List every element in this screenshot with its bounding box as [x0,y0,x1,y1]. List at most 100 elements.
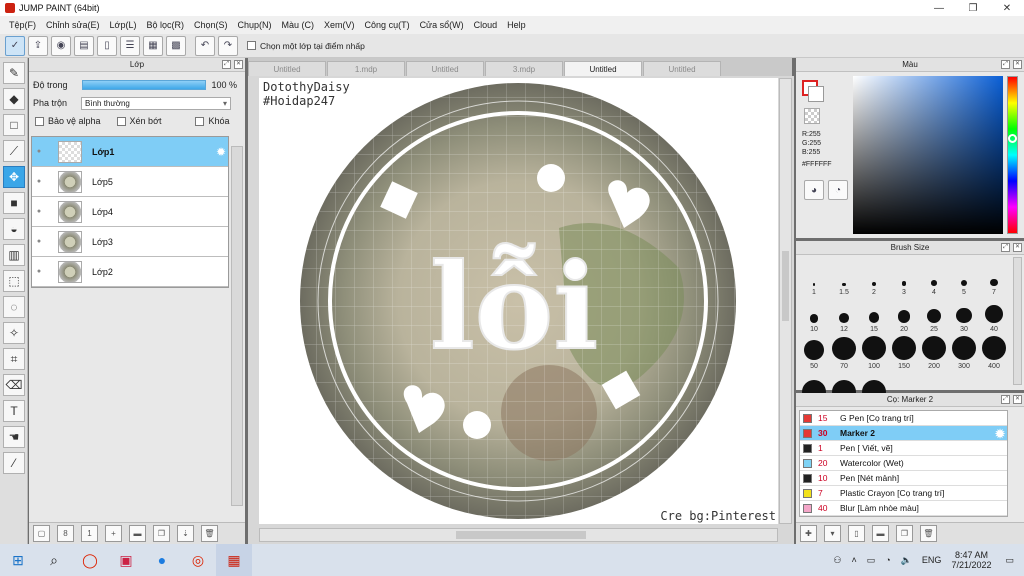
brush-size-cell[interactable]: 5 [949,261,979,296]
new-layer-icon[interactable]: ▢ [33,525,50,542]
brush-duplicate-icon[interactable]: ❐ [896,525,913,542]
app-tile-icon[interactable]: ▣ [108,544,144,576]
comment-icon[interactable]: ▤ [74,35,94,56]
panel-float-icon[interactable]: ⤢ [1001,395,1010,404]
fill-rect-tool-icon[interactable]: ■ [3,192,25,214]
bucket-tool-icon[interactable]: ◒ [3,218,25,240]
brush-folder-icon[interactable]: ▬ [872,525,889,542]
brush-size-cell[interactable]: 2 [859,261,889,296]
layer-scrollbar[interactable] [231,146,243,506]
select-pen-icon[interactable]: ⌗ [3,348,25,370]
merge-layer-icon[interactable]: ⇣ [177,525,194,542]
brush-size-cell[interactable]: 25 [919,298,949,333]
horizontal-scrollbar[interactable] [259,528,778,542]
menu-window[interactable]: Cửa sổ(W) [415,20,469,30]
zalo-icon[interactable]: ● [144,544,180,576]
brush-size-cell[interactable]: 1.5 [829,261,859,296]
clock[interactable]: 8:47 AM 7/21/2022 [951,550,991,570]
brush-menu-icon[interactable]: ▾ [824,525,841,542]
brush-size-cell[interactable]: 50 [799,335,829,370]
layer-row[interactable]: ● Lớp3 [32,227,228,257]
document-tab[interactable]: Untitled [406,61,484,76]
brush-preset-row[interactable]: 15 G Pen [Cọ trang trí] [800,411,1007,426]
folder-icon[interactable]: ▬ [129,525,146,542]
people-icon[interactable]: ⚇ [833,555,841,566]
speech-bubble-icon[interactable]: ◉ [51,35,71,56]
brush-size-cell[interactable]: 3 [889,261,919,296]
menu-snap[interactable]: Chụp(N) [233,20,277,30]
brush-size-cell[interactable]: 200 [919,335,949,370]
menu-cloud[interactable]: Cloud [469,20,503,30]
protect-alpha-checkbox[interactable] [35,116,44,126]
opera-gx-icon[interactable]: ◎ [180,544,216,576]
new-8bit-layer-icon[interactable]: 8 [57,525,74,542]
brush-size-cell[interactable]: 100 [859,335,889,370]
brush-size-cell[interactable]: 150 [889,335,919,370]
select-rect-icon[interactable]: ⬚ [3,270,25,292]
menu-edit[interactable]: Chỉnh sửa(E) [41,20,105,30]
undo-button[interactable]: ↶ [195,35,215,56]
search-icon[interactable]: ⌕ [36,544,72,576]
visibility-icon[interactable]: ● [32,268,46,275]
volume-icon[interactable]: 🔈 [901,555,912,566]
line-tool-icon[interactable]: ⟋ [3,140,25,162]
panel-close-icon[interactable]: ✕ [1013,243,1022,252]
menu-file[interactable]: Tệp(F) [4,20,41,30]
share-icon[interactable]: ⇪ [28,35,48,56]
brush-page-icon[interactable]: ▯ [848,525,865,542]
menu-help[interactable]: Help [502,20,531,30]
list-icon[interactable]: ☰ [120,35,140,56]
text-tool-icon[interactable]: T [3,400,25,422]
layer-row[interactable]: ● Lớp5 [32,167,228,197]
jump-paint-taskbar-icon[interactable]: ▦ [216,544,252,576]
battery-icon[interactable]: ▭ [867,555,876,566]
pen-tool-icon[interactable]: ✎ [3,62,25,84]
brush-preset-row[interactable]: 40 Blur [Làm nhòe màu] [800,501,1007,516]
saturation-value-picker[interactable] [853,76,1003,234]
network-icon[interactable]: ◔ [885,555,890,565]
minimize-button[interactable]: — [922,0,956,16]
visibility-icon[interactable]: ● [32,238,46,245]
lock-checkbox[interactable] [195,116,205,126]
panel-close-icon[interactable]: ✕ [1013,395,1022,404]
blend-mode-select[interactable]: Bình thường [81,96,232,110]
eraser-tool-icon[interactable]: ◆ [3,88,25,110]
maximize-button[interactable]: ❐ [956,0,990,16]
document-tab[interactable]: 1.mdp [327,61,405,76]
menu-layer[interactable]: Lớp(L) [105,20,142,30]
layer-row[interactable]: ● Lớp1 ✹ [32,137,228,167]
brush-size-cell[interactable]: 30 [949,298,979,333]
brush-preset-row[interactable]: 7 Plastic Crayon [Cọ trang trí] [800,486,1007,501]
layout-icon[interactable]: ▦ [143,35,163,56]
close-button[interactable]: ✕ [990,0,1024,16]
brush-preset-row[interactable]: 1 Pen [ Viết, vẽ] [800,441,1007,456]
brush-size-cell[interactable]: 70 [829,335,859,370]
document-tab[interactable]: 3.mdp [485,61,563,76]
brush-preset-row[interactable]: 10 Pen [Nét mảnh] [800,471,1007,486]
lasso-icon[interactable]: ◌ [3,296,25,318]
opacity-slider[interactable] [81,80,206,90]
page-icon[interactable]: ▯ [97,35,117,56]
brush-size-cell[interactable]: 10 [799,298,829,333]
panel-close-icon[interactable]: ✕ [234,60,243,69]
trash-icon[interactable]: 🗑 [201,525,218,542]
brush-size-cell[interactable]: 12 [829,298,859,333]
gradient-tool-icon[interactable]: ▥ [3,244,25,266]
panel-float-icon[interactable]: ⤢ [222,60,231,69]
document-tab[interactable]: Untitled [643,61,721,76]
panel-float-icon[interactable]: ⤢ [1001,243,1010,252]
eyedropper-icon[interactable]: ⁄ [3,452,25,474]
notification-icon[interactable]: ▭ [1005,555,1014,566]
brush-size-cell[interactable]: 300 [949,335,979,370]
brush-size-cell[interactable]: 40 [979,298,1009,333]
brush-size-cell[interactable]: 4 [919,261,949,296]
menu-color[interactable]: Màu (C) [277,20,320,30]
vertical-scrollbar[interactable] [779,78,792,524]
rectangle-tool-icon[interactable]: □ [3,114,25,136]
brush-preset-row[interactable]: 20 Watercolor (Wet) [800,456,1007,471]
select-eraser-icon[interactable]: ⌫ [3,374,25,396]
select-layer-at-click-checkbox[interactable]: Chọn một lớp tại điểm nhấp [247,41,365,51]
chevron-up-icon[interactable]: ˄ [851,555,856,565]
menu-filter[interactable]: Bộ lọc(R) [141,20,189,30]
hue-slider[interactable] [1007,76,1018,234]
